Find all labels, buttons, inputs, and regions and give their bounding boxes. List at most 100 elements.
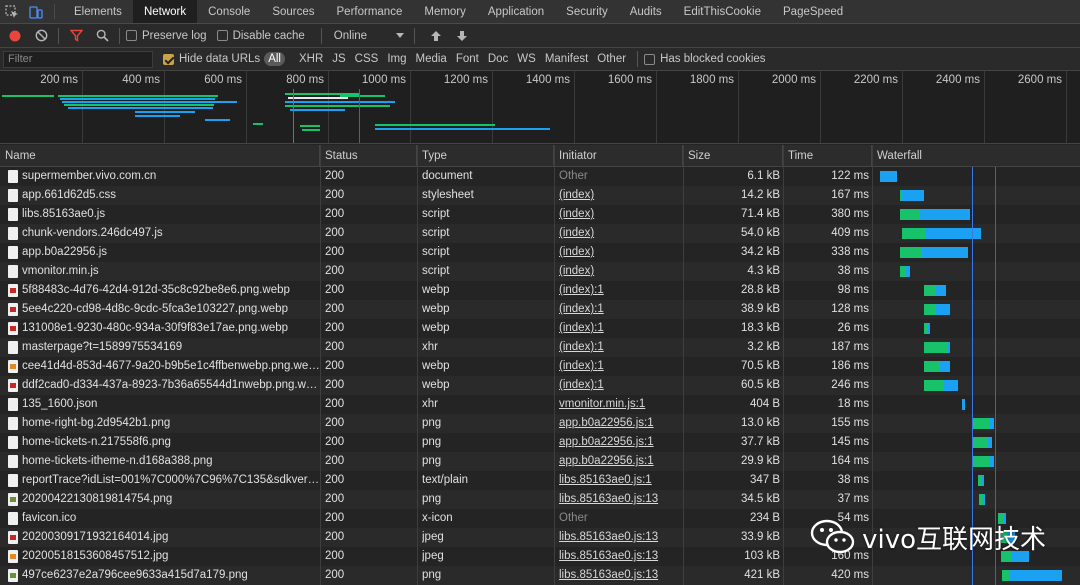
request-size: 38.9 kB bbox=[741, 303, 780, 315]
tab-security[interactable]: Security bbox=[555, 0, 619, 23]
column-header-type[interactable]: Type bbox=[417, 145, 554, 167]
clear-icon[interactable] bbox=[30, 25, 52, 47]
waterfall-waiting-bar bbox=[972, 437, 988, 448]
filter-type-all[interactable]: All bbox=[264, 52, 285, 66]
table-row[interactable]: cee41d4d-853d-4677-9a20-b9b5e1c4ffbenweb… bbox=[0, 357, 1080, 376]
table-row[interactable]: 131008e1-9230-480c-934a-30f9f83e17ae.png… bbox=[0, 319, 1080, 338]
filter-type-ws[interactable]: WS bbox=[513, 52, 540, 66]
column-header-time[interactable]: Time bbox=[783, 145, 872, 167]
table-row[interactable]: home-right-bg.2d9542b1.png 200 png app.b0a2… bbox=[0, 414, 1080, 433]
file-icon bbox=[8, 455, 18, 468]
column-separator[interactable] bbox=[320, 145, 321, 585]
table-row[interactable]: libs.85163ae0.js 200 script (index) 71.4 kB 3… bbox=[0, 205, 1080, 224]
request-initiator[interactable]: (index) bbox=[559, 205, 683, 224]
request-initiator[interactable]: app.b0a22956.js:1 bbox=[559, 414, 683, 433]
column-separator[interactable] bbox=[554, 145, 555, 585]
tab-editthiscookie[interactable]: EditThisCookie bbox=[673, 0, 772, 23]
preserve-log-checkbox[interactable]: Preserve log bbox=[126, 30, 207, 42]
column-header-waterfall[interactable]: Waterfall bbox=[872, 145, 1080, 167]
request-initiator[interactable]: (index):1 bbox=[559, 281, 683, 300]
column-separator[interactable] bbox=[783, 145, 784, 585]
tab-elements[interactable]: Elements bbox=[63, 0, 133, 23]
table-row[interactable]: home-tickets-n.217558f6.png 200 png app.b0a… bbox=[0, 433, 1080, 452]
filter-type-xhr[interactable]: XHR bbox=[295, 52, 327, 66]
table-row[interactable]: 497ce6237e2a796cee9633a415d7a179.png 200 p… bbox=[0, 566, 1080, 585]
request-initiator[interactable]: (index) bbox=[559, 224, 683, 243]
request-initiator[interactable]: app.b0a22956.js:1 bbox=[559, 433, 683, 452]
request-initiator[interactable]: (index) bbox=[559, 243, 683, 262]
table-row[interactable]: 5f88483c-4d76-42d4-912d-35c8c92be8e6.png… bbox=[0, 281, 1080, 300]
toolbar-separator bbox=[58, 27, 59, 44]
inspect-element-icon[interactable] bbox=[0, 0, 24, 23]
table-row[interactable]: 5ee4c220-cd98-4d8c-9cdc-5fca3e103227.png… bbox=[0, 300, 1080, 319]
filter-type-media[interactable]: Media bbox=[412, 52, 451, 66]
column-separator[interactable] bbox=[417, 145, 418, 585]
column-separator[interactable] bbox=[683, 145, 684, 585]
export-har-icon[interactable] bbox=[451, 25, 473, 47]
table-row[interactable]: reportTrace?idList=001%7C000%7C96%7C135&… bbox=[0, 471, 1080, 490]
import-har-icon[interactable] bbox=[425, 25, 447, 47]
request-initiator[interactable]: (index):1 bbox=[559, 376, 683, 395]
tab-console[interactable]: Console bbox=[197, 0, 261, 23]
column-header-initiator[interactable]: Initiator bbox=[554, 145, 683, 167]
request-initiator[interactable]: app.b0a22956.js:1 bbox=[559, 452, 683, 471]
table-row[interactable]: ddf2cad0-d334-437a-8923-7b36a65544d1nweb… bbox=[0, 376, 1080, 395]
request-initiator[interactable]: (index) bbox=[559, 262, 683, 281]
disable-cache-check[interactable] bbox=[216, 30, 228, 41]
table-row[interactable]: 20200422130819814754.png 200 png libs.85163… bbox=[0, 490, 1080, 509]
column-header-size[interactable]: Size bbox=[683, 145, 783, 167]
filter-type-img[interactable]: Img bbox=[383, 52, 410, 66]
device-toolbar-icon[interactable] bbox=[24, 0, 48, 23]
tab-audits[interactable]: Audits bbox=[619, 0, 673, 23]
filter-type-other[interactable]: Other bbox=[593, 52, 630, 66]
table-row[interactable]: app.b0a22956.js 200 script (index) 34.2 kB 33… bbox=[0, 243, 1080, 262]
request-initiator[interactable]: libs.85163ae0.js:13 bbox=[559, 566, 683, 585]
table-row[interactable]: masterpage?t=1589975534169 200 xhr (index):… bbox=[0, 338, 1080, 357]
search-icon[interactable] bbox=[91, 25, 113, 47]
table-row[interactable]: supermember.vivo.com.cn 200 document Other 6… bbox=[0, 167, 1080, 186]
tab-memory[interactable]: Memory bbox=[413, 0, 477, 23]
table-row[interactable]: chunk-vendors.246dc497.js 200 script (index… bbox=[0, 224, 1080, 243]
blocked-cookies-check[interactable] bbox=[644, 53, 656, 65]
table-row[interactable]: app.661d62d5.css 200 stylesheet (index) 14.2… bbox=[0, 186, 1080, 205]
tab-network[interactable]: Network bbox=[132, 0, 198, 23]
tab-sources[interactable]: Sources bbox=[261, 0, 325, 23]
request-initiator[interactable]: libs.85163ae0.js:13 bbox=[559, 490, 683, 509]
request-initiator[interactable]: (index):1 bbox=[559, 300, 683, 319]
filter-type-js[interactable]: JS bbox=[328, 52, 349, 66]
request-initiator[interactable]: libs.85163ae0.js:13 bbox=[559, 547, 683, 566]
hide-data-urls-check[interactable] bbox=[163, 53, 174, 65]
filter-icon[interactable] bbox=[65, 25, 87, 47]
filter-type-font[interactable]: Font bbox=[452, 52, 483, 66]
request-initiator[interactable]: (index):1 bbox=[559, 357, 683, 376]
filter-type-css[interactable]: CSS bbox=[351, 52, 383, 66]
table-row[interactable]: 135_1600.json 200 xhr vmonitor.min.js:1 404 … bbox=[0, 395, 1080, 414]
request-initiator[interactable]: (index):1 bbox=[559, 319, 683, 338]
filter-input[interactable] bbox=[3, 50, 153, 68]
request-initiator[interactable]: libs.85163ae0.js:1 bbox=[559, 471, 683, 490]
disable-cache-checkbox[interactable]: Disable cache bbox=[216, 30, 305, 42]
record-icon[interactable] bbox=[4, 25, 26, 47]
column-header-status[interactable]: Status bbox=[320, 145, 417, 167]
filter-type-doc[interactable]: Doc bbox=[484, 52, 512, 66]
request-initiator[interactable]: (index) bbox=[559, 186, 683, 205]
preserve-log-check[interactable] bbox=[126, 30, 137, 41]
throttling-select[interactable]: Online bbox=[334, 30, 404, 42]
request-name: 497ce6237e2a796cee9633a415d7a179.png bbox=[22, 569, 248, 581]
resource-type-filters: All XHR JS CSS Img Media Font Doc WS Manifest Othe… bbox=[264, 52, 631, 66]
request-initiator[interactable]: vmonitor.min.js:1 bbox=[559, 395, 683, 414]
tab-pagespeed[interactable]: PageSpeed bbox=[772, 0, 854, 23]
request-initiator[interactable]: (index):1 bbox=[559, 338, 683, 357]
table-row[interactable]: home-tickets-itheme-n.d168a388.png 200 png… bbox=[0, 452, 1080, 471]
table-row[interactable]: vmonitor.min.js 200 script (index) 4.3 kB 38 … bbox=[0, 262, 1080, 281]
timeline-overview[interactable]: 200 ms 400 ms 600 ms 800 ms 1000 ms 1200 ms 14… bbox=[0, 71, 1080, 144]
request-initiator[interactable]: libs.85163ae0.js:13 bbox=[559, 528, 683, 547]
tab-performance[interactable]: Performance bbox=[326, 0, 414, 23]
hide-data-urls-checkbox[interactable]: Hide data URLs bbox=[163, 53, 260, 65]
overview-request-bar bbox=[62, 101, 237, 103]
column-header-name[interactable]: Name bbox=[0, 145, 320, 167]
blocked-cookies-checkbox[interactable]: Has blocked cookies bbox=[644, 53, 766, 65]
request-status: 200 bbox=[325, 360, 345, 372]
filter-type-manifest[interactable]: Manifest bbox=[541, 52, 592, 66]
tab-application[interactable]: Application bbox=[477, 0, 555, 23]
